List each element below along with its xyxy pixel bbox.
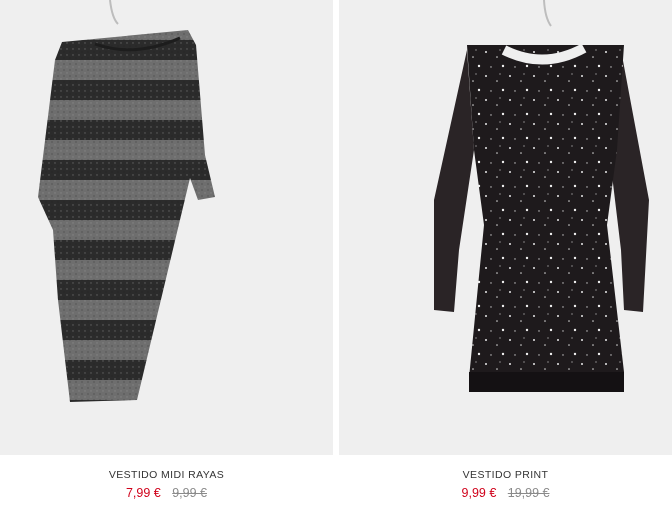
product-image-print-dress[interactable]	[339, 0, 672, 455]
sale-price: 9,99 €	[461, 486, 497, 500]
striped-dress-illustration	[38, 0, 215, 402]
product-name[interactable]: VESTIDO PRINT	[339, 469, 672, 481]
product-grid: VESTIDO MIDI RAYAS 7,99 € 9,99 € VESTIDO…	[0, 0, 672, 516]
product-prices: 9,99 € 19,99 €	[339, 486, 672, 500]
sale-price: 7,99 €	[125, 486, 161, 500]
product-image-striped-dress[interactable]	[0, 0, 333, 455]
product-card-print-dress[interactable]: VESTIDO PRINT 9,99 € 19,99 €	[339, 0, 672, 516]
product-prices: 7,99 € 9,99 €	[0, 486, 333, 500]
product-card-striped-dress[interactable]: VESTIDO MIDI RAYAS 7,99 € 9,99 €	[0, 0, 333, 516]
original-price: 9,99 €	[172, 486, 207, 500]
star-print-dress-illustration	[434, 0, 649, 392]
product-name[interactable]: VESTIDO MIDI RAYAS	[0, 469, 333, 481]
original-price: 19,99 €	[507, 486, 550, 500]
